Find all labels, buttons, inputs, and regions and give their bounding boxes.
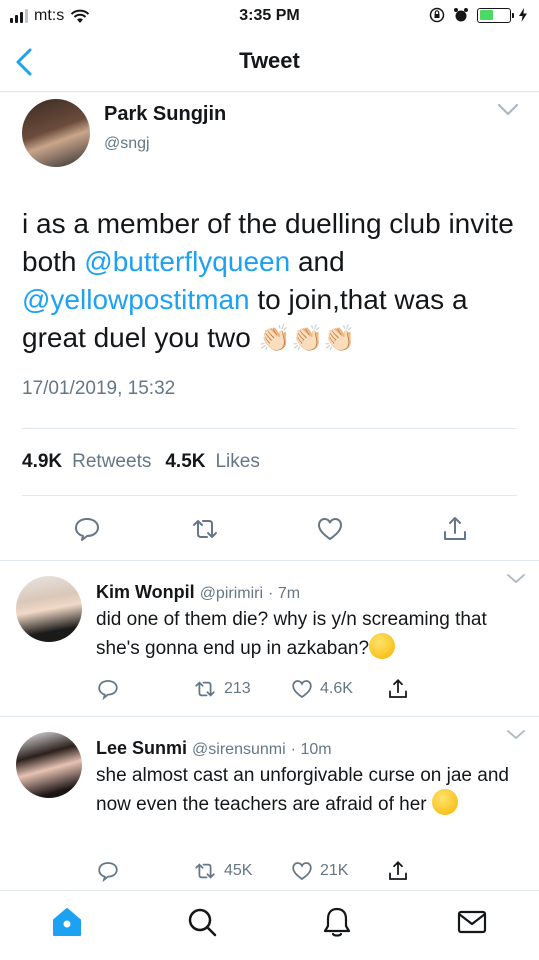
tweet-stats: 4.9K Retweets 4.5K Likes	[22, 428, 517, 496]
reply-button[interactable]	[96, 859, 120, 883]
tab-bar	[0, 890, 539, 960]
status-indicators	[429, 7, 527, 23]
author-name[interactable]: Kim Wonpil	[96, 582, 195, 602]
retweet-icon[interactable]	[190, 514, 220, 544]
avatar[interactable]	[22, 99, 90, 167]
share-button[interactable]	[386, 677, 410, 701]
battery-icon	[477, 7, 514, 23]
chevron-down-icon[interactable]	[497, 103, 519, 117]
smile-emoji	[431, 789, 458, 815]
reply-icon[interactable]	[72, 514, 102, 544]
retweets-label[interactable]: Retweets	[72, 451, 151, 473]
reply-tweet[interactable]: Lee Sunmi @sirensunmi · 10m she almost c…	[0, 718, 539, 890]
chevron-down-icon[interactable]	[507, 574, 525, 584]
alarm-icon	[454, 8, 468, 22]
retweet-icon	[195, 681, 215, 697]
reply-text: she almost cast an unforgivable curse on…	[96, 762, 516, 818]
like-count: 21K	[320, 862, 349, 879]
retweet-count: 45K	[224, 862, 253, 879]
reply-icon	[98, 680, 118, 701]
reply-actions: 213 4.6K	[96, 676, 426, 702]
like-button[interactable]: 21K	[290, 859, 348, 883]
retweet-button[interactable]: 213	[192, 677, 251, 701]
page-title: Tweet	[239, 48, 300, 73]
chevron-down-icon[interactable]	[507, 730, 525, 740]
tweet-text-part: and	[290, 246, 345, 277]
share-icon	[389, 860, 407, 880]
like-button[interactable]: 4.6K	[290, 677, 353, 701]
tweet-date: 17/01/2019, 15:32	[22, 378, 176, 399]
like-count[interactable]: 4.5K	[165, 451, 205, 473]
reply-icon	[98, 862, 118, 883]
avatar[interactable]	[16, 732, 82, 798]
status-bar: mt:s 3:35 PM	[0, 0, 539, 34]
reply-actions: 45K 21K	[96, 858, 426, 884]
author-name[interactable]: Lee Sunmi	[96, 738, 187, 758]
navigation-bar: Tweet	[0, 34, 539, 92]
share-icon	[389, 678, 407, 698]
reply-header: Kim Wonpil @pirimiri · 7m	[96, 582, 300, 603]
retweet-icon	[195, 863, 215, 879]
reply-header: Lee Sunmi @sirensunmi · 10m	[96, 738, 332, 759]
reply-button[interactable]	[96, 677, 120, 701]
heart-icon[interactable]	[315, 514, 345, 544]
share-button[interactable]	[386, 859, 410, 883]
messages-icon[interactable]	[455, 905, 489, 939]
reply-time: · 7m	[268, 585, 301, 602]
sweat-smile-emoji	[369, 633, 396, 659]
tweet-actions	[0, 508, 539, 548]
tweet-text: i as a member of the duelling club invit…	[22, 205, 522, 357]
mention-link[interactable]: @yellowpostitman	[22, 284, 250, 315]
likes-label[interactable]: Likes	[215, 451, 259, 473]
charging-icon	[519, 8, 527, 22]
search-icon[interactable]	[185, 905, 219, 939]
clapping-emoji: 👏🏻👏🏻👏🏻	[258, 323, 356, 353]
orientation-lock-icon	[429, 7, 445, 23]
retweet-count[interactable]: 4.9K	[22, 451, 62, 473]
reply-time: · 10m	[290, 741, 332, 758]
home-icon[interactable]	[50, 905, 84, 939]
mention-link[interactable]: @butterflyqueen	[84, 246, 290, 277]
avatar[interactable]	[16, 576, 82, 642]
heart-icon	[292, 680, 312, 699]
reply-tweet[interactable]: Kim Wonpil @pirimiri · 7m did one of the…	[0, 562, 539, 717]
notifications-icon[interactable]	[320, 905, 354, 939]
retweet-count: 213	[224, 680, 251, 697]
author-handle[interactable]: @sirensunmi	[192, 741, 286, 758]
reply-text-content: did one of them die? why is y/n screamin…	[96, 609, 487, 659]
author-handle[interactable]: @pirimiri	[200, 585, 263, 602]
retweet-button[interactable]: 45K	[192, 859, 252, 883]
heart-icon	[292, 862, 312, 881]
share-icon[interactable]	[440, 514, 470, 544]
reply-text: did one of them die? why is y/n screamin…	[96, 606, 516, 662]
main-tweet: Park Sungjin @sngj i as a member of the …	[0, 93, 539, 561]
like-count: 4.6K	[320, 680, 353, 697]
author-handle[interactable]: @sngj	[104, 135, 150, 153]
author-name[interactable]: Park Sungjin	[104, 103, 226, 126]
